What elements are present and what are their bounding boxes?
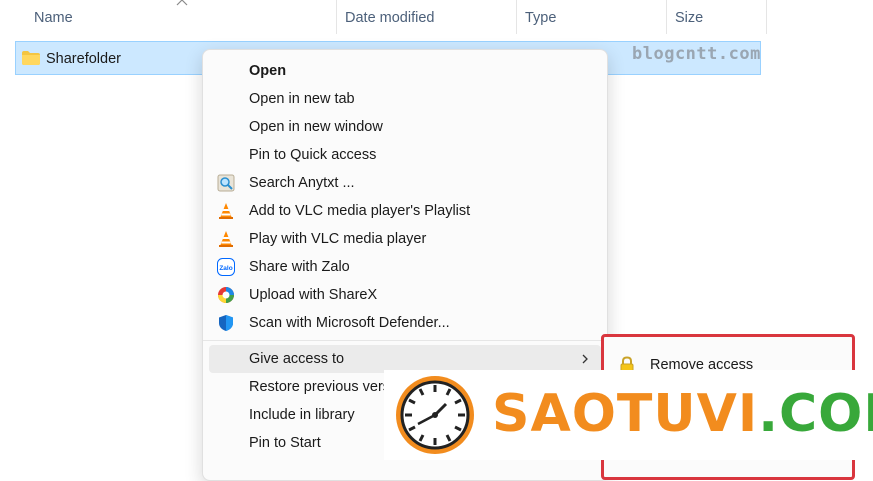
menu-item-open-new-window[interactable]: Open in new window [209,113,601,141]
column-name[interactable]: Name [34,0,73,36]
menu-item-label: Share with Zalo [249,259,350,275]
zalo-icon: Zalo [217,258,235,276]
column-size[interactable]: Size [675,0,703,36]
column-divider[interactable] [666,0,667,34]
menu-item-give-access[interactable]: Give access to [209,345,601,373]
folder-icon [22,51,40,65]
menu-item-scan-defender[interactable]: Scan with Microsoft Defender... [209,309,601,337]
vlc-icon [219,203,233,219]
vlc-icon [219,231,233,247]
menu-item-label: Open in new window [249,119,383,135]
sort-ascending-icon [176,0,188,6]
menu-separator [203,340,605,341]
clock-logo-icon [396,376,474,454]
menu-item-label: Play with VLC media player [249,231,427,247]
file-name: Sharefolder [46,51,121,67]
column-divider[interactable] [766,0,767,34]
banner-text-part: .COM [758,384,873,444]
svg-text:Zalo: Zalo [219,265,232,272]
defender-shield-icon [219,315,233,331]
menu-item-upload-sharex[interactable]: Upload with ShareX [209,281,601,309]
menu-item-vlc-playlist[interactable]: Add to VLC media player's Playlist [209,197,601,225]
menu-item-open-new-tab[interactable]: Open in new tab [209,85,601,113]
banner-text-part: VI [696,384,759,444]
menu-item-open[interactable]: Open [209,57,601,85]
menu-item-label: Give access to [249,351,345,367]
menu-item-label: Open in new tab [249,91,355,107]
menu-item-label: Search Anytxt ... [249,175,355,191]
menu-item-label: Include in library [249,407,355,423]
watermark-text: blogcntt.com [632,44,761,64]
column-header: Name Date modified Type Size [0,0,873,36]
menu-item-search-anytxt[interactable]: Search Anytxt ... [209,169,601,197]
chevron-right-icon [582,354,588,364]
menu-item-label: Upload with ShareX [249,287,378,303]
banner-title: SAOTUVI.COM [492,384,873,444]
menu-item-share-zalo[interactable]: Zalo Share with Zalo [209,253,601,281]
column-divider[interactable] [336,0,337,34]
menu-item-label: Pin to Quick access [249,147,377,163]
column-type[interactable]: Type [525,0,556,36]
anytxt-search-icon [217,174,235,192]
column-date-modified[interactable]: Date modified [345,0,434,36]
menu-item-vlc-play[interactable]: Play with VLC media player [209,225,601,253]
menu-item-label: Add to VLC media player's Playlist [249,203,471,219]
menu-item-label: Pin to Start [249,435,321,451]
menu-item-label: Restore previous vers [249,379,391,395]
menu-item-label: Open [249,63,287,79]
sharex-icon [218,287,234,303]
banner-text-part: SAOTU [492,384,697,444]
watermark-banner: SAOTUVI.COM [384,370,873,460]
menu-item-label: Scan with Microsoft Defender... [249,315,450,331]
menu-item-pin-quick-access[interactable]: Pin to Quick access [209,141,601,169]
column-divider[interactable] [516,0,517,34]
